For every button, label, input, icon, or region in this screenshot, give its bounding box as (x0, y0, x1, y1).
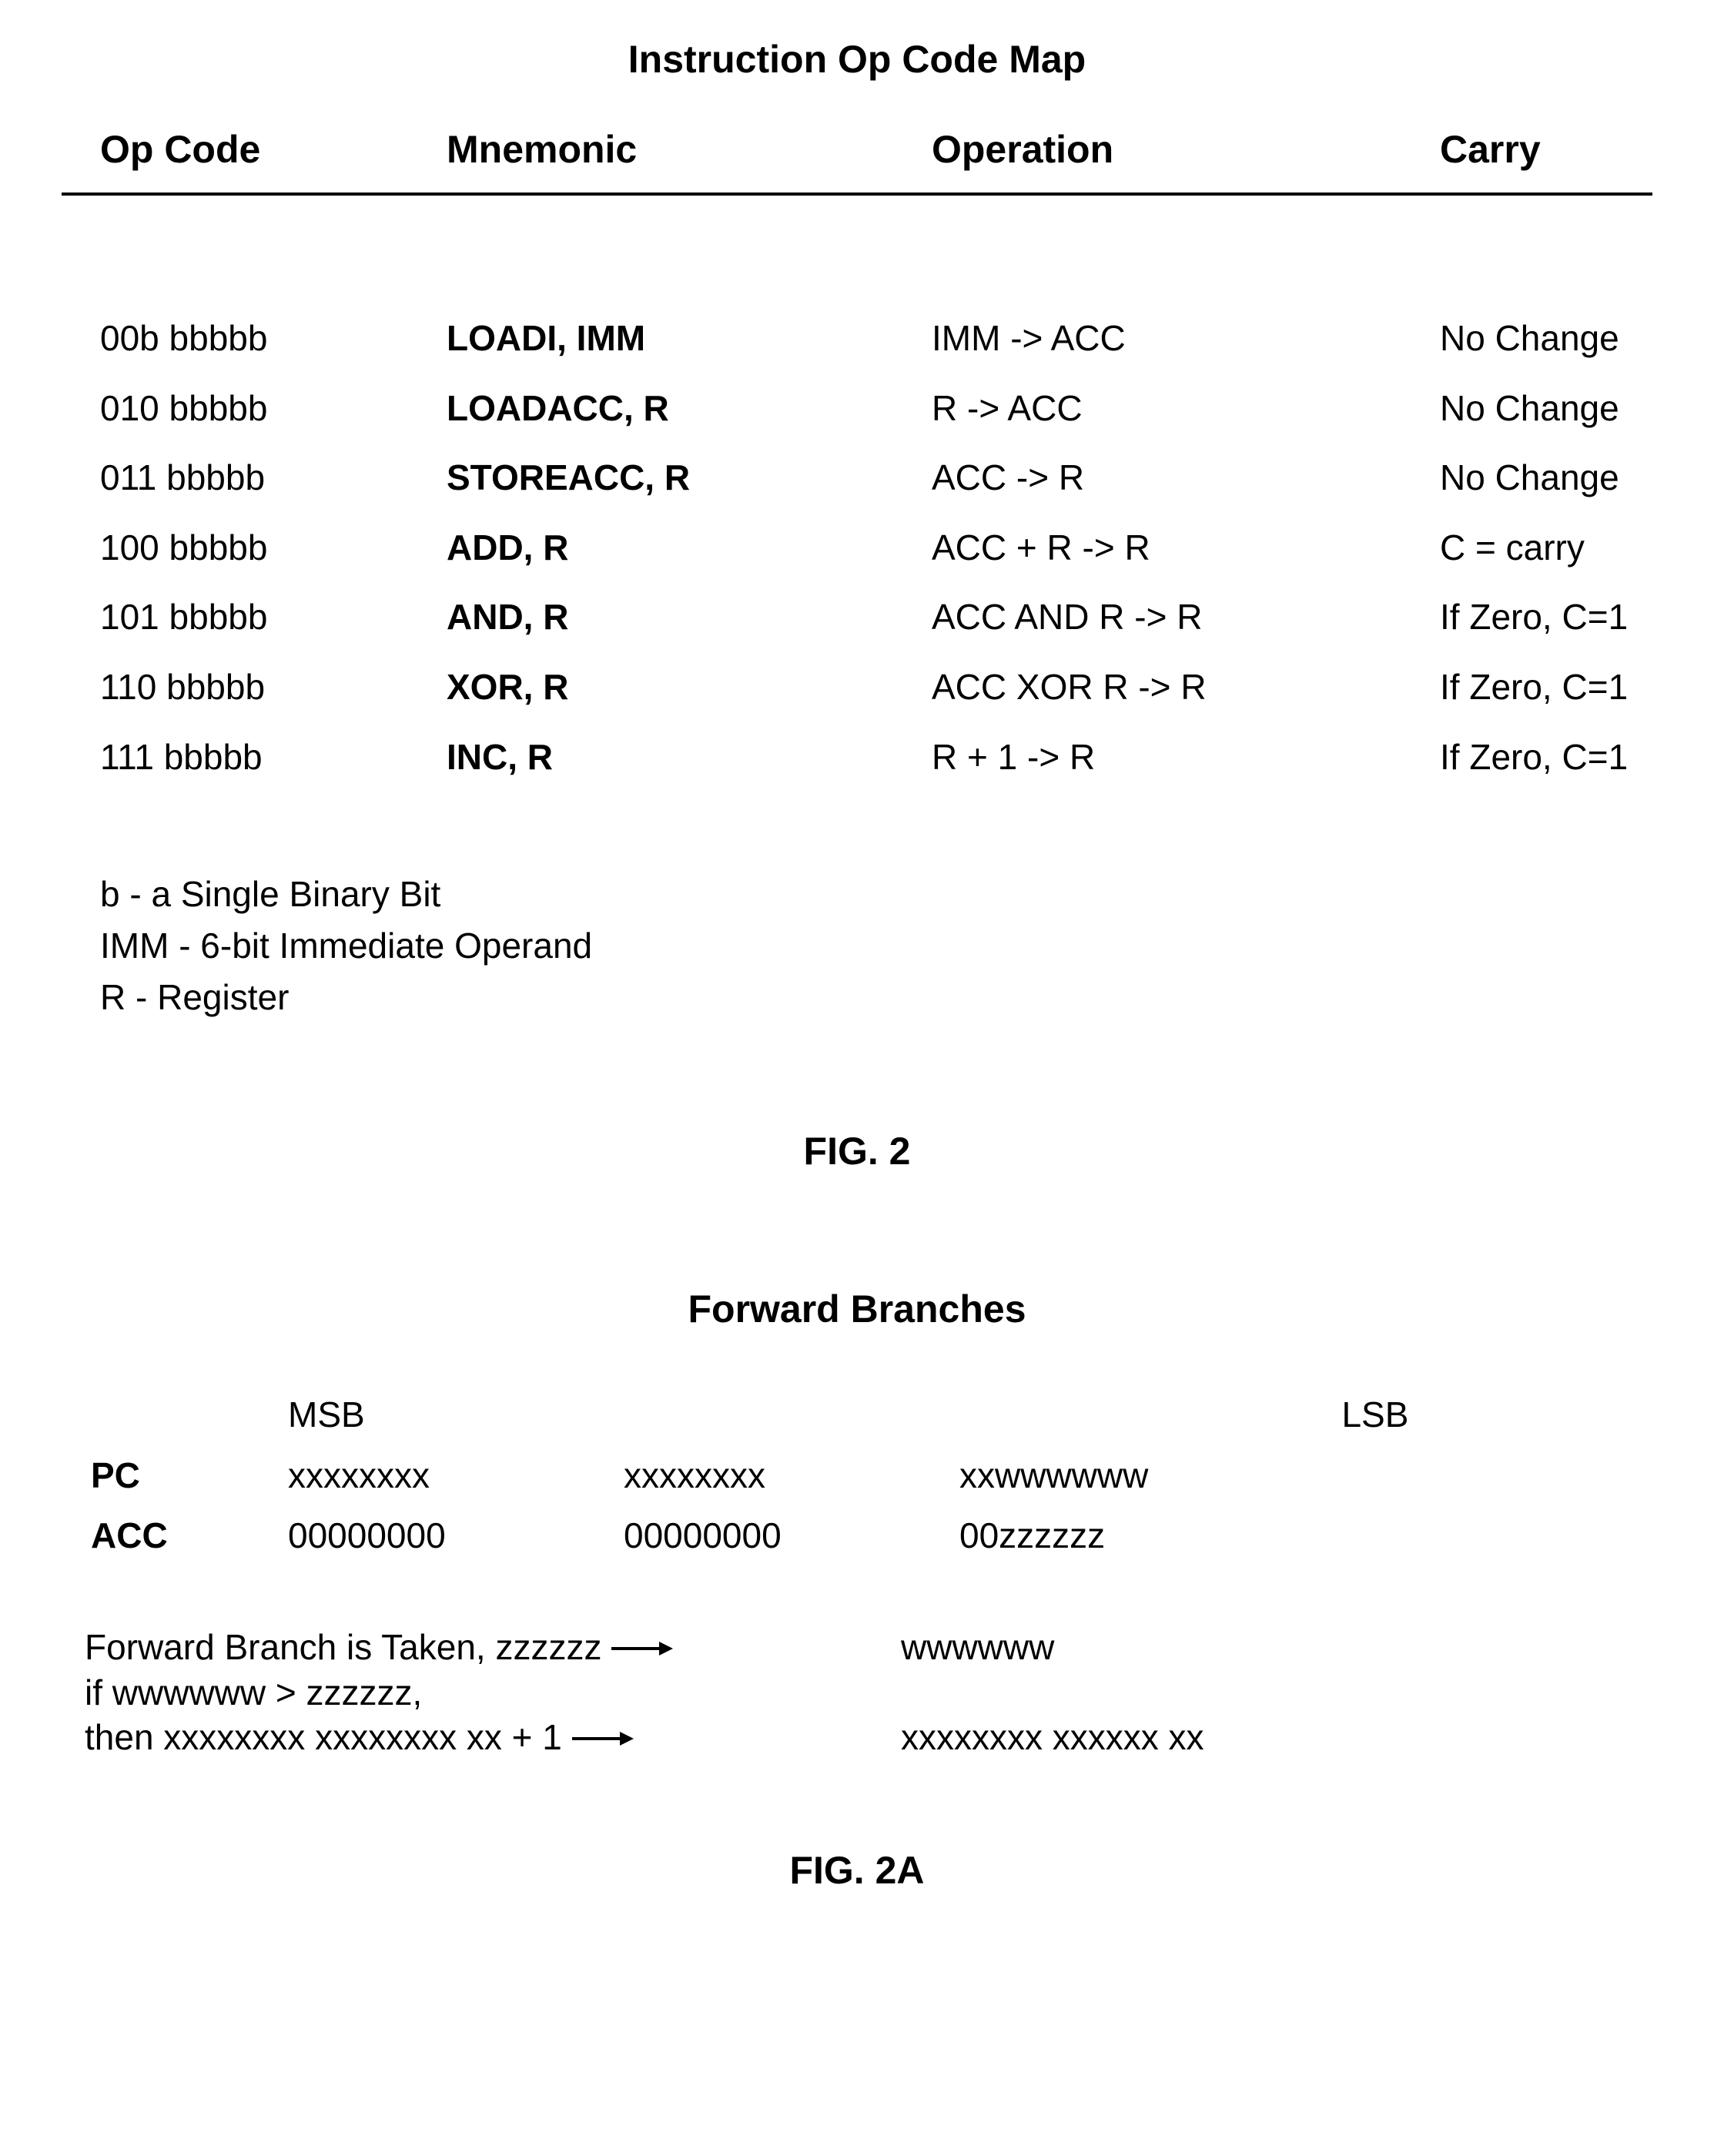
table-row: 110 bbbbb XOR, R ACC XOR R -> R If Zero,… (62, 652, 1652, 722)
col-header-carry: Carry (1432, 119, 1652, 194)
col-header-operation: Operation (885, 119, 1432, 194)
cell-opcode: 010 bbbbb (62, 373, 439, 444)
pc-byte1: xxxxxxxx (618, 1445, 953, 1506)
pc-byte0: xxwwwwww (953, 1445, 1516, 1506)
forward-branches-title: Forward Branches (62, 1288, 1652, 1331)
arrow-right-icon (572, 1727, 634, 1750)
cell-opcode: 100 bbbbb (62, 513, 439, 583)
page-title: Instruction Op Code Map (62, 38, 1652, 81)
pc-label: PC (85, 1445, 282, 1506)
fb-line1-right: wwwwww (901, 1628, 1652, 1667)
acc-byte1: 00000000 (618, 1505, 953, 1566)
arrow-right-icon (611, 1637, 673, 1660)
opcode-table: Op Code Mnemonic Operation Carry 00b bbb… (62, 119, 1652, 792)
register-table: MSB LSB PC xxxxxxxx xxxxxxxx xxwwwwww AC… (85, 1384, 1516, 1566)
cell-opcode: 111 bbbbb (62, 722, 439, 792)
fb-line3-left: then xxxxxxxx xxxxxxxx xx + 1 (85, 1717, 562, 1757)
acc-byte2: 00000000 (282, 1505, 618, 1566)
cell-mnemonic: XOR, R (439, 652, 885, 722)
cell-operation: IMM -> ACC (885, 303, 1432, 373)
pc-row: PC xxxxxxxx xxxxxxxx xxwwwwww (85, 1445, 1516, 1506)
table-row: 00b bbbbb LOADI, IMM IMM -> ACC No Chang… (62, 303, 1652, 373)
lsb-label: LSB (953, 1384, 1516, 1445)
cell-opcode: 00b bbbbb (62, 303, 439, 373)
cell-carry: If Zero, C=1 (1432, 582, 1652, 652)
cell-mnemonic: LOADI, IMM (439, 303, 885, 373)
cell-operation: R + 1 -> R (885, 722, 1432, 792)
legend-imm: IMM - 6-bit Immediate Operand (100, 920, 1652, 972)
table-row: 010 bbbbb LOADACC, R R -> ACC No Change (62, 373, 1652, 444)
acc-byte0: 00zzzzzz (953, 1505, 1516, 1566)
table-row: 101 bbbbb AND, R ACC AND R -> R If Zero,… (62, 582, 1652, 652)
cell-operation: ACC -> R (885, 443, 1432, 513)
cell-mnemonic: INC, R (439, 722, 885, 792)
cell-mnemonic: LOADACC, R (439, 373, 885, 444)
cell-carry: If Zero, C=1 (1432, 652, 1652, 722)
cell-operation: R -> ACC (885, 373, 1432, 444)
table-row: 011 bbbbb STOREACC, R ACC -> R No Change (62, 443, 1652, 513)
legend-b: b - a Single Binary Bit (100, 869, 1652, 920)
figure-2a-caption: FIG. 2A (62, 1850, 1652, 1892)
cell-mnemonic: AND, R (439, 582, 885, 652)
pc-byte2: xxxxxxxx (282, 1445, 618, 1506)
table-row: 111 bbbbb INC, R R + 1 -> R If Zero, C=1 (62, 722, 1652, 792)
cell-carry: No Change (1432, 443, 1652, 513)
fb-line3-right: xxxxxxxx xxxxxx xx (901, 1718, 1652, 1757)
fb-line1-left: Forward Branch is Taken, zzzzzz (85, 1627, 602, 1667)
acc-label: ACC (85, 1505, 282, 1566)
cell-carry: No Change (1432, 303, 1652, 373)
legend: b - a Single Binary Bit IMM - 6-bit Imme… (62, 869, 1652, 1023)
table-row: 100 bbbbb ADD, R ACC + R -> R C = carry (62, 513, 1652, 583)
cell-opcode: 101 bbbbb (62, 582, 439, 652)
cell-operation: ACC + R -> R (885, 513, 1432, 583)
cell-operation: ACC AND R -> R (885, 582, 1432, 652)
cell-opcode: 110 bbbbb (62, 652, 439, 722)
cell-mnemonic: STOREACC, R (439, 443, 885, 513)
fb-line2: if wwwwww > zzzzzz, (85, 1673, 901, 1712)
cell-carry: If Zero, C=1 (1432, 722, 1652, 792)
forward-branch-text: Forward Branch is Taken, zzzzzz wwwwww i… (85, 1628, 1652, 1757)
cell-carry: C = carry (1432, 513, 1652, 583)
cell-mnemonic: ADD, R (439, 513, 885, 583)
cell-operation: ACC XOR R -> R (885, 652, 1432, 722)
col-header-mnemonic: Mnemonic (439, 119, 885, 194)
msb-label: MSB (282, 1384, 618, 1445)
cell-opcode: 011 bbbbb (62, 443, 439, 513)
legend-r: R - Register (100, 972, 1652, 1023)
col-header-opcode: Op Code (62, 119, 439, 194)
acc-row: ACC 00000000 00000000 00zzzzzz (85, 1505, 1516, 1566)
cell-carry: No Change (1432, 373, 1652, 444)
figure-2-caption: FIG. 2 (62, 1130, 1652, 1173)
